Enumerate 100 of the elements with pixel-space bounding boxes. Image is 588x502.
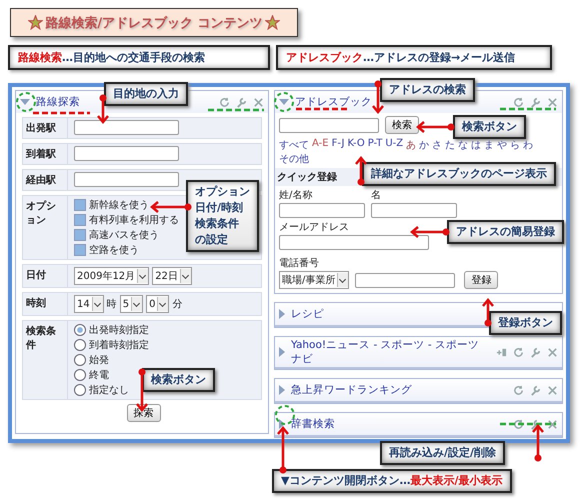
index-link[interactable]: K-O — [347, 138, 365, 152]
radio-label: 始発 — [89, 354, 109, 367]
radio-button[interactable] — [74, 339, 86, 351]
widget-title[interactable]: レシピ — [291, 307, 324, 321]
add-icon[interactable] — [496, 346, 507, 358]
radio-button[interactable] — [74, 384, 86, 396]
radio-button[interactable] — [74, 324, 86, 336]
wrench-icon[interactable] — [530, 384, 541, 396]
pointer-arrow — [150, 201, 192, 213]
email-input[interactable] — [279, 235, 429, 250]
wrench-icon[interactable] — [530, 346, 541, 358]
section-heading: アドレスブック…アドレスの登録→メール送信 — [276, 45, 552, 70]
callout-label: ▼コンテンツ開閉ボタン…最大表示/最小表示 — [272, 469, 512, 493]
year-month-select[interactable]: 2009年12月 — [74, 267, 150, 285]
index-link[interactable]: た — [445, 138, 456, 152]
index-link[interactable]: あ — [406, 138, 416, 152]
star-icon — [28, 15, 44, 30]
close-icon[interactable] — [547, 96, 558, 108]
radio-label: 出発時刻指定 — [89, 324, 149, 337]
toggle-icon[interactable] — [279, 347, 285, 357]
field-label: 経由駅 — [23, 170, 68, 190]
toggle-icon[interactable] — [279, 419, 285, 429]
index-link[interactable]: F-J — [332, 138, 344, 152]
refresh-icon[interactable] — [513, 96, 524, 108]
callout-label: 登録ボタン — [489, 311, 562, 335]
callout-label: 詳細なアドレスブックのページ表示 — [362, 162, 556, 186]
unit-label: 分 — [172, 298, 182, 311]
widget-title[interactable]: 路線探索 — [36, 95, 80, 109]
wrench-icon[interactable] — [530, 96, 541, 108]
close-icon[interactable] — [547, 384, 558, 396]
field-label: オプション — [23, 196, 68, 259]
radio-button[interactable] — [74, 354, 86, 366]
checkbox[interactable] — [74, 214, 86, 226]
index-link[interactable]: か — [419, 138, 430, 152]
wrench-icon[interactable] — [236, 96, 247, 108]
widget-title[interactable]: アドレスブック — [295, 95, 372, 109]
field-label: 日付 — [23, 265, 68, 287]
station-input[interactable] — [74, 146, 179, 161]
first-name-input[interactable] — [371, 203, 457, 218]
refresh-icon[interactable] — [219, 96, 230, 108]
pointer-arrow — [355, 156, 367, 186]
refresh-icon[interactable] — [513, 346, 524, 358]
pointer-arrow — [372, 80, 384, 114]
callout-label: 検索ボタン — [453, 115, 526, 139]
field-label: 時刻 — [23, 293, 68, 315]
dashed-circle — [274, 92, 294, 112]
checkbox[interactable] — [74, 244, 86, 256]
search-field[interactable] — [279, 118, 379, 132]
checkbox[interactable] — [74, 229, 86, 241]
register-button[interactable]: 登録 — [464, 271, 498, 289]
index-link[interactable]: A-E — [312, 138, 329, 152]
toggle-icon[interactable] — [279, 385, 285, 395]
callout-label: アドレスの検索 — [380, 78, 475, 102]
index-link[interactable]: ま — [484, 138, 494, 152]
refresh-icon[interactable] — [513, 418, 524, 430]
close-icon[interactable] — [547, 346, 558, 358]
station-input[interactable] — [74, 172, 179, 187]
checkbox-label: 有料列車を利用する — [89, 214, 179, 227]
dashed-circle — [16, 92, 36, 112]
toggle-icon[interactable] — [20, 99, 30, 105]
index-link[interactable]: さ — [432, 138, 442, 152]
index-link[interactable]: P-T — [368, 138, 382, 152]
station-input[interactable] — [74, 120, 179, 135]
minute-select[interactable]: 5 — [120, 295, 144, 313]
toggle-icon[interactable] — [279, 309, 285, 319]
checkbox[interactable] — [74, 199, 86, 211]
last-name-input[interactable] — [279, 203, 365, 218]
field-label: 検索条件 — [23, 321, 68, 399]
index-link[interactable]: は — [471, 138, 482, 152]
pointer-arrow — [416, 121, 454, 133]
index-link[interactable]: や — [497, 138, 508, 152]
index-link[interactable]: U-Z — [385, 138, 404, 152]
minute-select[interactable]: 0 — [146, 295, 170, 313]
hour-select[interactable]: 14 — [74, 295, 104, 313]
day-select[interactable]: 22日 — [152, 267, 192, 285]
checkbox-label: 空路を使う — [89, 244, 139, 257]
widget-title[interactable]: 辞書検索 — [291, 417, 335, 431]
radio-label: 指定なし — [89, 384, 129, 397]
checkbox-label: 高速バスを使う — [89, 228, 159, 242]
phone-type-select[interactable]: 職場/事業所 — [279, 271, 350, 289]
search-button[interactable]: 検索 — [385, 116, 419, 134]
pointer-arrow — [277, 426, 289, 474]
index-link[interactable]: わ — [523, 138, 534, 152]
index-link[interactable]: その他 — [279, 152, 309, 166]
close-icon[interactable] — [547, 418, 558, 430]
field-label: 電話番号 — [279, 256, 319, 270]
toggle-icon[interactable] — [279, 99, 289, 105]
checkbox-label: 新幹線を使う — [89, 198, 149, 212]
close-icon[interactable] — [253, 96, 264, 108]
field-label: 出発駅 — [23, 118, 68, 138]
radio-button[interactable] — [74, 369, 86, 381]
index-link[interactable]: な — [458, 138, 468, 152]
section-heading: 路線検索…目的地への交通手段の検索 — [8, 45, 270, 70]
dashed-underline — [33, 112, 90, 114]
index-link[interactable]: ら — [510, 138, 520, 152]
phone-input[interactable] — [355, 272, 456, 288]
refresh-icon[interactable] — [513, 384, 524, 396]
dashed-underline — [208, 108, 264, 112]
index-link[interactable]: すべて — [279, 138, 309, 152]
field-label: メールアドレス — [279, 221, 349, 234]
